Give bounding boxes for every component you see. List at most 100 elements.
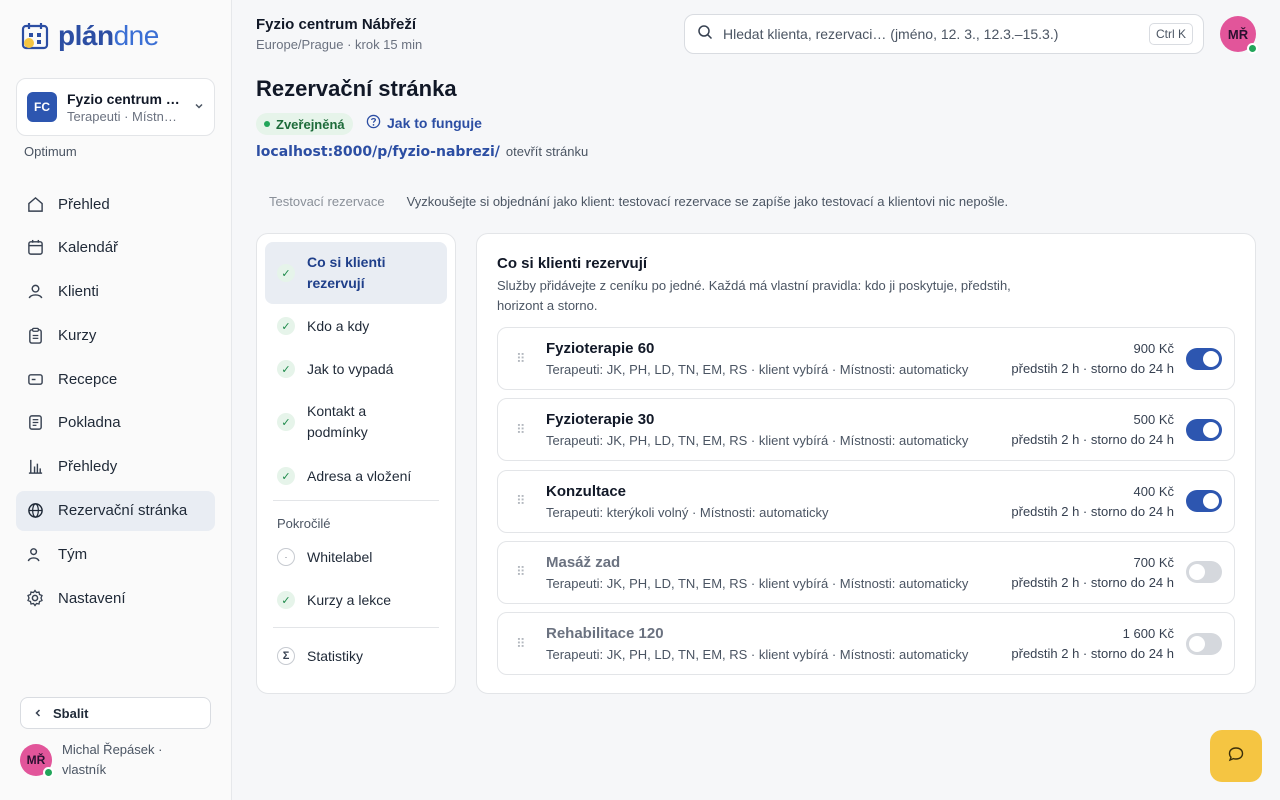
step-jak-to-vypada[interactable]: ✓ Jak to vypadá	[265, 348, 447, 390]
collapse-sidebar-button[interactable]: Sbalit	[20, 697, 211, 729]
check-icon: ✓	[277, 413, 295, 431]
step-label: Kurzy a lekce	[307, 591, 392, 608]
logo-light: dne	[113, 20, 160, 51]
check-icon: ✓	[277, 264, 295, 282]
sidebar-item-label: Recepce	[58, 370, 118, 388]
step-label: Kontakt a podmínky	[307, 403, 368, 440]
check-icon: ✓	[277, 467, 295, 485]
service-price: 1 600 Kč	[1122, 626, 1174, 642]
drag-handle-icon[interactable]: ⠿	[516, 636, 530, 652]
sigma-icon: Σ	[277, 647, 295, 665]
service-rules: předstih 2 h · storno do 24 h	[1011, 646, 1174, 662]
test-booking-row: Testovací rezervace Vyzkoušejte si objed…	[256, 194, 1008, 209]
status-badge: Zveřejněná	[256, 113, 353, 135]
top-avatar[interactable]: MŘ	[1220, 16, 1258, 54]
search-input[interactable]	[723, 26, 1139, 42]
sidebar: plándne FC Fyzio centrum Nábřeží Terapeu…	[0, 0, 232, 800]
step-kontakt-a-podminky[interactable]: ✓ Kontakt a podmínky	[265, 390, 447, 454]
step-statistiky[interactable]: Σ Statistiky	[265, 628, 447, 684]
how-it-works-link[interactable]: Jak to funguje	[366, 114, 482, 132]
service-row[interactable]: ⠿ Masáž zad Terapeuti: JK, PH, LD, TN, E…	[497, 540, 1235, 604]
services-title: Co si klienti rezervují	[497, 255, 648, 272]
header-title: Fyzio centrum Nábřeží	[256, 16, 417, 33]
service-rules: předstih 2 h · storno do 24 h	[1011, 574, 1174, 590]
service-meta: Terapeuti: JK, PH, LD, TN, EM, RS · klie…	[546, 362, 969, 377]
service-rules: předstih 2 h · storno do 24 h	[1011, 503, 1174, 519]
clipboard-icon	[26, 326, 44, 344]
service-enabled-toggle[interactable]	[1186, 347, 1222, 370]
pending-circle-icon: ·	[277, 548, 295, 566]
home-icon	[26, 195, 44, 213]
service-row[interactable]: ⠿ Rehabilitace 120 Terapeuti: JK, PH, LD…	[497, 612, 1235, 676]
step-co-si-klienti-rezervuji[interactable]: ✓ Co si klienti rezervují	[265, 242, 447, 304]
sidebar-item-label: Pokladna	[58, 414, 121, 432]
service-row[interactable]: ⠿ Fyzioterapie 60 Terapeuti: JK, PH, LD,…	[497, 327, 1235, 390]
check-icon: ✓	[277, 591, 295, 609]
test-booking-description: Vyzkoušejte si objednání jako klient: te…	[406, 194, 1009, 209]
sidebar-item-label: Přehled	[58, 195, 110, 213]
public-url-row: localhost:8000/p/fyzio-nabrezi/ otevřít …	[256, 144, 588, 160]
sidebar-item-kurzy[interactable]: Kurzy	[16, 315, 215, 355]
step-kurzy-a-lekce[interactable]: ✓ Kurzy a lekce	[265, 579, 447, 621]
service-price: 900 Kč	[1133, 341, 1174, 356]
sidebar-item-prehledy[interactable]: Přehledy	[16, 447, 215, 487]
avatar: MŘ	[20, 744, 54, 778]
search-box[interactable]: Ctrl K	[684, 14, 1204, 54]
drag-handle-icon[interactable]: ⠿	[516, 564, 530, 580]
service-list: ⠿ Fyzioterapie 60 Terapeuti: JK, PH, LD,…	[497, 327, 1235, 683]
open-page-link[interactable]: otevřít stránku	[506, 144, 588, 159]
service-row[interactable]: ⠿ Konzultace Terapeuti: kterýkoli volný …	[497, 469, 1235, 533]
drag-handle-icon[interactable]: ⠿	[516, 422, 530, 438]
step-kdo-a-kdy[interactable]: ✓ Kdo a kdy	[265, 304, 447, 348]
drag-handle-icon[interactable]: ⠿	[516, 351, 530, 367]
sidebar-item-rezervacni-stranka[interactable]: Rezervační stránka	[16, 490, 215, 531]
service-enabled-toggle[interactable]	[1186, 561, 1222, 584]
setup-steps: ✓ Co si klienti rezervují ✓ Kdo a kdy ✓ …	[256, 233, 456, 694]
chevron-left-icon	[33, 706, 43, 721]
service-row[interactable]: ⠿ Fyzioterapie 30 Terapeuti: JK, PH, LD,…	[497, 398, 1235, 462]
user-name: Michal Řepásek · vlastník	[62, 742, 163, 777]
calendar-logo-icon	[21, 23, 49, 50]
drag-handle-icon[interactable]: ⠿	[516, 493, 530, 509]
sidebar-item-tym[interactable]: Tým	[16, 534, 215, 574]
service-enabled-toggle[interactable]	[1186, 632, 1222, 655]
sidebar-item-kalendar[interactable]: Kalendář	[16, 228, 215, 268]
org-badge: FC	[27, 92, 57, 122]
sidebar-item-pokladna[interactable]: Pokladna	[16, 403, 215, 443]
service-enabled-toggle[interactable]	[1186, 490, 1222, 513]
step-label: Statistiky	[307, 647, 364, 664]
card-icon	[26, 370, 44, 388]
service-price: 700 Kč	[1133, 554, 1174, 570]
step-whitelabel[interactable]: · Whitelabel	[265, 535, 447, 579]
bar-chart-icon	[26, 458, 44, 476]
user-menu[interactable]: MŘ Michal Řepásek · vlastník	[20, 740, 192, 780]
sidebar-item-klienti[interactable]: Klienti	[16, 272, 215, 312]
shortcut-hint: Ctrl K	[1149, 23, 1193, 45]
step-adresa-a-vlozeni[interactable]: ✓ Adresa a vložení	[265, 454, 447, 498]
status-dot	[264, 121, 270, 127]
sidebar-item-nastaveni[interactable]: Nastavení	[16, 578, 215, 618]
globe-icon	[26, 502, 44, 520]
chevron-down-icon	[194, 100, 204, 114]
sidebar-item-label: Tým	[58, 545, 88, 563]
receipt-icon	[26, 414, 44, 432]
logo[interactable]: plándne	[20, 20, 159, 52]
org-name: Fyzio centrum Nábřeží	[67, 90, 184, 107]
org-switcher[interactable]: FC Fyzio centrum Nábřeží Terapeuti · Mís…	[16, 78, 215, 136]
public-url-link[interactable]: localhost:8000/p/fyzio-nabrezi/	[256, 144, 500, 160]
service-rules: předstih 2 h · storno do 24 h	[1011, 361, 1174, 376]
sidebar-item-prehled[interactable]: Přehled	[16, 184, 215, 224]
test-booking-button[interactable]: Testovací rezervace	[256, 194, 385, 209]
sidebar-item-label: Přehledy	[58, 458, 118, 476]
service-name: Masáž zad	[546, 553, 621, 571]
sidebar-item-label: Kalendář	[58, 239, 119, 257]
step-label: Co si klienti rezervují	[307, 254, 386, 291]
team-icon	[26, 545, 44, 563]
chat-bubble-icon	[1227, 745, 1245, 768]
service-name: Fyzioterapie 30	[546, 411, 655, 429]
chat-button[interactable]	[1210, 730, 1262, 782]
service-name: Rehabilitace 120	[546, 625, 664, 643]
sidebar-item-recepce[interactable]: Recepce	[16, 359, 215, 399]
service-enabled-toggle[interactable]	[1186, 418, 1222, 441]
org-sub: Terapeuti · Místnosti	[67, 108, 184, 124]
